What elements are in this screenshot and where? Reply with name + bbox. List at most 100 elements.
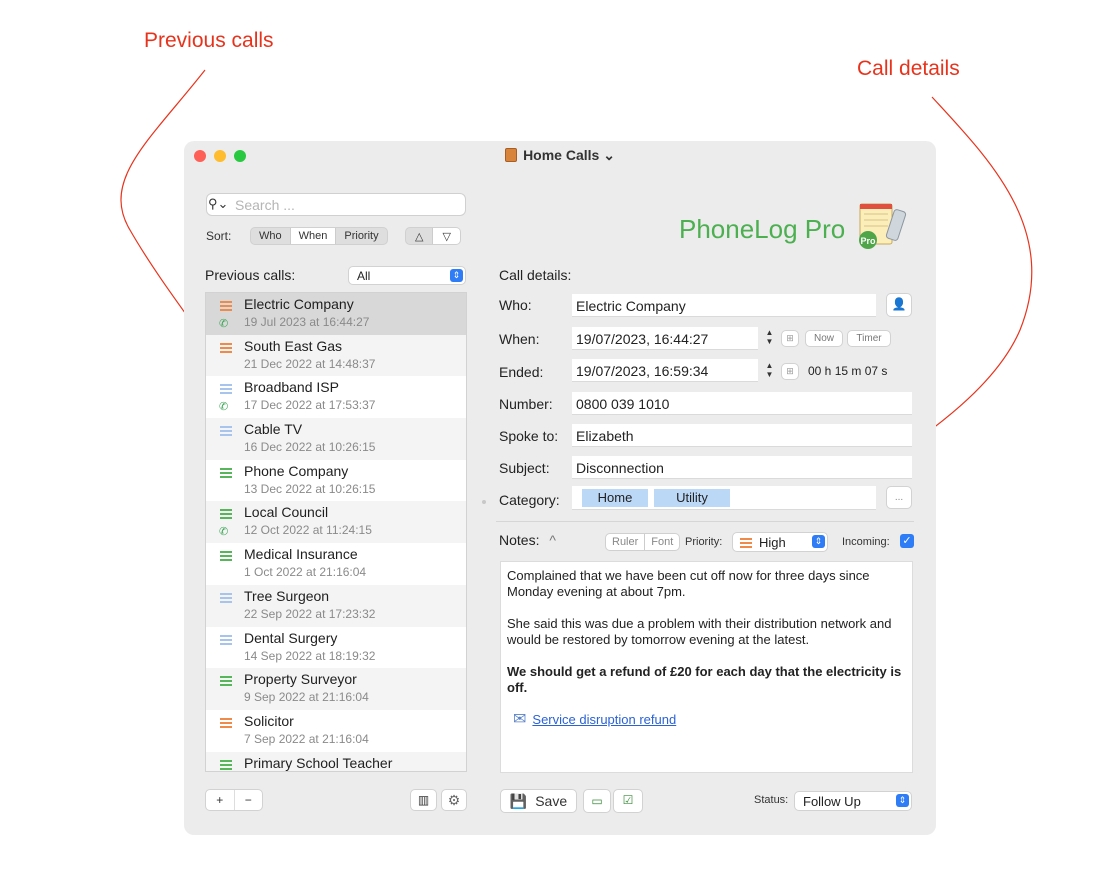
sort-order-control: △ ▽ <box>405 227 461 245</box>
window-title[interactable]: Home Calls ⌄ <box>184 147 936 164</box>
font-button[interactable]: Font <box>645 534 679 550</box>
add-call-button[interactable]: + <box>206 790 235 810</box>
when-stepper[interactable]: ▲ ▼ <box>764 328 775 347</box>
list-item[interactable]: South East Gas 21 Dec 2022 at 14:48:37 <box>206 334 466 377</box>
incoming-call-icon: ✆ <box>219 318 229 330</box>
priority-low-icon <box>220 384 232 395</box>
timer-button[interactable]: Timer <box>847 330 891 347</box>
app-window: Home Calls ⌄ Search ... ⚲⌄ Sort: Who Whe… <box>184 141 936 835</box>
document-icon <box>505 148 518 162</box>
priority-high-icon <box>220 301 232 311</box>
number-label: Number: <box>499 396 553 412</box>
spoke-to-field[interactable]: Elizabeth <box>572 424 912 447</box>
contact-button[interactable]: 👤 <box>886 293 912 317</box>
ended-field[interactable]: 19/07/2023, 16:59:34 <box>572 359 758 382</box>
previous-calls-list[interactable]: ✆ Electric Company 19 Jul 2023 at 16:44:27… <box>205 292 467 772</box>
list-item[interactable]: Dental Surgery 14 Sep 2022 at 18:19:32 <box>206 627 466 669</box>
drag-handle-dot[interactable] <box>482 500 486 504</box>
calendar-icon: ⊞ <box>786 366 794 376</box>
chevron-down-icon: ⌄ <box>603 147 615 163</box>
sort-who-button[interactable]: Who <box>251 228 291 244</box>
settings-button[interactable]: ⚙ <box>441 789 467 811</box>
list-item-name: Dental Surgery <box>244 629 338 646</box>
list-item[interactable]: ✆ Broadband ISP 17 Dec 2022 at 17:53:37 <box>206 376 466 418</box>
list-item-date: 13 Dec 2022 at 10:26:15 <box>244 481 376 496</box>
subject-field[interactable]: Disconnection <box>572 456 912 479</box>
list-item[interactable]: Tree Surgeon 22 Sep 2022 at 17:23:32 <box>206 584 466 627</box>
list-item[interactable]: Primary School Teacher <box>206 751 466 771</box>
incoming-checkbox[interactable]: ✓ <box>900 534 914 548</box>
list-item-name: Electric Company <box>244 296 354 312</box>
status-select[interactable]: Follow Up ⇕ <box>794 791 912 811</box>
reminder-button[interactable]: ☑ <box>613 789 643 813</box>
checkmark-icon: ✓ <box>902 535 912 547</box>
sort-priority-button[interactable]: Priority <box>336 228 386 244</box>
list-item-name: Phone Company <box>244 462 349 479</box>
list-item-date: 16 Dec 2022 at 10:26:15 <box>244 440 376 455</box>
list-item-name: Property Surveyor <box>244 671 357 688</box>
category-tag-utility[interactable]: Utility <box>654 489 730 507</box>
when-field[interactable]: 19/07/2023, 16:44:27 <box>572 327 758 350</box>
list-item-date: 12 Oct 2022 at 11:24:15 <box>244 523 372 538</box>
app-icon: Pro <box>859 203 907 249</box>
list-item[interactable]: Solicitor 7 Sep 2022 at 21:16:04 <box>206 710 466 752</box>
notes-editor[interactable]: Complained that we have been cut off now… <box>500 561 913 773</box>
search-icon[interactable]: ⚲⌄ <box>208 196 228 212</box>
ended-stepper[interactable]: ▲ ▼ <box>764 361 775 380</box>
status-label: Status: <box>754 794 789 806</box>
priority-select[interactable]: High ⇕ <box>732 532 828 552</box>
previous-calls-filter-select[interactable]: All ⇕ <box>348 266 466 285</box>
category-more-button[interactable]: ... <box>886 486 912 509</box>
list-item-date: 19 Jul 2023 at 16:44:27 <box>244 315 370 329</box>
who-field[interactable]: Electric Company <box>572 294 876 317</box>
save-label: Save <box>535 793 568 809</box>
list-item[interactable]: ✆ Electric Company 19 Jul 2023 at 16:44:27 <box>206 293 466 335</box>
list-item-name: Solicitor <box>244 712 294 729</box>
priority-high-icon <box>740 538 752 548</box>
status-value: Follow Up <box>803 794 861 809</box>
list-item[interactable]: Phone Company 13 Dec 2022 at 10:26:15 <box>206 460 466 502</box>
number-field[interactable]: 0800 039 1010 <box>572 392 912 415</box>
person-icon: 👤 <box>891 297 907 311</box>
list-item[interactable]: ✆ Local Council 12 Oct 2022 at 11:24:15 <box>206 501 466 544</box>
category-tag-home[interactable]: Home <box>582 489 648 507</box>
priority-normal-icon <box>220 509 232 520</box>
notes-link-row: ✉ Service disruption refund <box>507 712 906 728</box>
gear-icon: ⚙ <box>447 792 461 808</box>
sort-ascending-button[interactable]: △ <box>406 228 434 244</box>
calendar-add-button[interactable]: ▭ <box>583 789 611 813</box>
collapse-notes-toggle[interactable]: ^ <box>549 532 556 548</box>
save-button[interactable]: 💾 Save <box>500 789 577 813</box>
list-item[interactable]: Medical Insurance 1 Oct 2022 at 21:16:04 <box>206 543 466 585</box>
section-divider <box>496 521 914 522</box>
sort-when-button[interactable]: When <box>290 228 337 244</box>
priority-high-icon <box>220 717 232 728</box>
priority-normal-icon <box>220 676 232 687</box>
notes-label: Notes: ^ <box>499 532 556 548</box>
list-item[interactable]: Property Surveyor 9 Sep 2022 at 21:16:04 <box>206 668 466 710</box>
service-disruption-link[interactable]: Service disruption refund <box>532 712 676 727</box>
remove-call-button[interactable]: − <box>235 790 263 810</box>
list-item-name: Broadband ISP <box>244 379 339 396</box>
columns-button[interactable]: ▥ <box>410 789 437 811</box>
columns-icon: ▥ <box>417 793 430 807</box>
search-input[interactable]: Search ... <box>206 193 466 216</box>
now-button[interactable]: Now <box>805 330 843 347</box>
incoming-call-icon: ✆ <box>219 401 229 414</box>
previous-calls-label: Previous calls: <box>205 267 296 283</box>
app-logo-text: PhoneLog Pro <box>679 214 846 244</box>
priority-normal-icon <box>220 467 232 478</box>
ruler-button[interactable]: Ruler <box>606 534 646 550</box>
window-title-text: Home Calls <box>523 147 600 163</box>
list-item[interactable]: Cable TV 16 Dec 2022 at 10:26:15 <box>206 418 466 460</box>
list-item-date: 17 Dec 2022 at 17:53:37 <box>244 398 376 413</box>
calendar-button[interactable]: ⊞ <box>781 330 799 347</box>
sort-descending-button[interactable]: ▽ <box>433 228 460 244</box>
list-item-name: Primary School Teacher <box>244 754 393 771</box>
priority-label: Priority: <box>685 536 723 548</box>
priority-low-icon <box>220 426 232 437</box>
popup-arrows-icon: ⇕ <box>812 535 825 548</box>
list-item-name: Medical Insurance <box>244 546 358 563</box>
list-item-date: 9 Sep 2022 at 21:16:04 <box>244 690 369 705</box>
ended-calendar-button[interactable]: ⊞ <box>781 363 799 380</box>
